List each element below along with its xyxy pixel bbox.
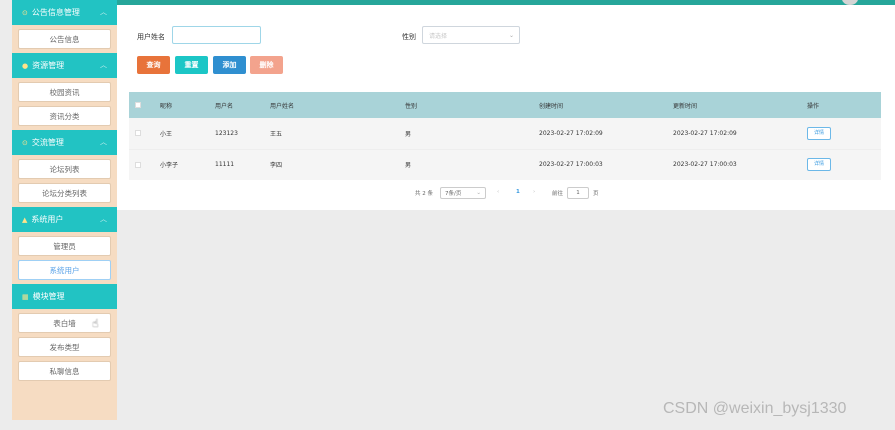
delete-button[interactable]: 删除 [250, 56, 283, 74]
column-header: 昵称 [160, 102, 173, 110]
cell-username: 11111 [215, 161, 235, 169]
sidebar-group-forum[interactable]: ⊙ 交流管理 ︿ [12, 130, 117, 155]
sidebar-group-label: 系统用户 [31, 215, 64, 224]
sidebar-item-campus-news[interactable]: 校园资讯 [18, 82, 111, 102]
cell-username: 123123 [215, 129, 238, 137]
cell-updated: 2023-02-27 17:00:03 [673, 161, 737, 169]
sidebar-group-resource[interactable]: ● 资源管理 ︿ [12, 53, 117, 78]
cell-realname: 李四 [270, 162, 283, 170]
query-button[interactable]: 查询 [137, 56, 170, 74]
sidebar-group-label: 公告信息管理 [31, 8, 80, 17]
sidebar-group-label: 模块管理 [32, 292, 65, 301]
gender-select[interactable]: 请选择 ⌄ [422, 26, 520, 44]
sidebar-item-system-users[interactable]: 系统用户 [18, 260, 111, 280]
name-search-input[interactable] [172, 26, 261, 44]
cell-nickname: 小王 [160, 130, 173, 138]
sidebar-group-users[interactable]: ▲ 系统用户 ︿ [12, 207, 117, 232]
sidebar-item-forum-list[interactable]: 论坛列表 [18, 159, 111, 179]
sidebar-item-admin[interactable]: 管理员 [18, 236, 111, 256]
select-all-checkbox[interactable] [135, 102, 141, 108]
detail-button[interactable]: 详情 [807, 126, 831, 140]
main-panel: 用户姓名 性别 请选择 ⌄ 查询 重置 添加 删除 昵称 用户名 用户姓名 性别 … [117, 5, 895, 210]
cell-created: 2023-02-27 17:00:03 [539, 161, 603, 169]
page-suffix: 页 [593, 191, 599, 197]
page-size-select[interactable]: 7条/页 ⌄ [440, 187, 486, 199]
chevron-up-icon: ︿ [100, 8, 107, 16]
cell-gender: 男 [405, 162, 412, 170]
cell-nickname: 小李子 [160, 162, 179, 170]
prev-page-button[interactable]: ‹ [497, 189, 499, 195]
column-header: 用户名 [215, 102, 234, 110]
sidebar-item-private-message[interactable]: 私聊信息 [18, 361, 111, 381]
page-size-value: 7条/页 [445, 191, 462, 197]
reset-button[interactable]: 重置 [175, 56, 208, 74]
sidebar-group-notice[interactable]: ⊙ 公告信息管理 ︿ [12, 0, 117, 25]
gender-filter-label: 性别 [402, 33, 416, 41]
name-filter-label: 用户姓名 [137, 33, 165, 41]
row-checkbox[interactable] [135, 161, 141, 168]
chevron-down-icon: ⌄ [476, 190, 481, 196]
sidebar-item-post-type[interactable]: 发布类型 [18, 337, 111, 357]
cell-updated: 2023-02-27 17:02:09 [673, 129, 737, 137]
column-header: 更新时间 [673, 102, 698, 110]
sidebar-item-forum-category[interactable]: 论坛分类列表 [18, 183, 111, 203]
settings-icon: ⊙ [22, 8, 28, 17]
goto-label: 前往 [552, 191, 564, 197]
page-number-current[interactable]: 1 [516, 189, 520, 195]
cell-gender: 男 [405, 130, 412, 138]
add-button[interactable]: 添加 [213, 56, 246, 74]
next-page-button[interactable]: › [533, 189, 535, 195]
gender-select-placeholder: 请选择 [429, 32, 448, 40]
watermark: CSDN @weixin_bysj1330 [663, 400, 847, 417]
chevron-up-icon: ︿ [100, 215, 107, 223]
chevron-up-icon: ︿ [100, 138, 107, 146]
grid-icon: ▦ [22, 292, 29, 301]
table-row: 小李子 11111 李四 男 2023-02-27 17:00:03 2023-… [129, 149, 881, 180]
column-header: 性别 [405, 102, 418, 110]
chevron-down-icon: ⌄ [508, 32, 514, 39]
cell-realname: 王五 [270, 130, 283, 138]
table-header-row: 昵称 用户名 用户姓名 性别 创建时间 更新时间 操作 [129, 92, 881, 118]
detail-button[interactable]: 详情 [807, 158, 831, 172]
chat-icon: ⊙ [22, 138, 28, 147]
sidebar-group-modules[interactable]: ▦ 模块管理 [12, 284, 117, 309]
table-row: 小王 123123 王五 男 2023-02-27 17:02:09 2023-… [129, 118, 881, 149]
column-header: 操作 [807, 102, 820, 110]
sidebar-item-notice[interactable]: 公告信息 [18, 29, 111, 49]
folder-icon: ● [22, 61, 29, 70]
user-icon: ▲ [22, 215, 28, 224]
sidebar-group-label: 资源管理 [32, 61, 65, 70]
column-header: 创建时间 [539, 102, 564, 110]
sidebar-item-news-category[interactable]: 资讯分类 [18, 106, 111, 126]
sidebar: ⊙ 公告信息管理 ︿ 公告信息 ● 资源管理 ︿ 校园资讯 资讯分类 ⊙ 交流管理 ︿ 论坛… [12, 0, 117, 420]
mouse-pointer-icon: ☝ [92, 317, 99, 330]
sidebar-group-label: 交流管理 [31, 138, 64, 147]
row-checkbox[interactable] [135, 130, 141, 137]
pagination-total: 共 2 条 [415, 191, 433, 197]
goto-page-input[interactable]: 1 [567, 187, 589, 199]
column-header: 用户姓名 [270, 102, 295, 110]
users-table: 昵称 用户名 用户姓名 性别 创建时间 更新时间 操作 小王 123123 王五… [129, 92, 881, 180]
cell-created: 2023-02-27 17:02:09 [539, 129, 603, 137]
chevron-up-icon: ︿ [100, 61, 107, 69]
